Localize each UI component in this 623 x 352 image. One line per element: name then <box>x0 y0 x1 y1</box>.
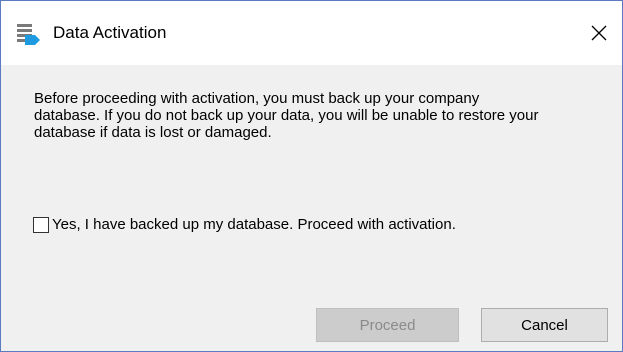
data-activation-dialog: Data Activation Before proceeding with a… <box>0 0 623 352</box>
message-line: database if data is lost or damaged. <box>34 124 272 141</box>
title-bar[interactable]: Data Activation <box>1 1 622 65</box>
message-line: database. If you do not back up your dat… <box>34 107 539 124</box>
message-line: Before proceeding with activation, you m… <box>34 90 480 107</box>
proceed-button[interactable]: Proceed <box>316 308 459 342</box>
dialog-content: Before proceeding with activation, you m… <box>1 65 622 351</box>
data-activation-app-icon <box>17 23 41 45</box>
close-button[interactable] <box>576 1 622 65</box>
close-icon <box>591 25 607 41</box>
checkbox-box[interactable] <box>33 217 49 233</box>
backup-warning-message: Before proceeding with activation, you m… <box>34 90 594 141</box>
window-title: Data Activation <box>53 23 167 42</box>
backup-confirm-checkbox[interactable]: Yes, I have backed up my database. Proce… <box>33 216 456 234</box>
cancel-button[interactable]: Cancel <box>481 308 608 342</box>
backup-confirm-label[interactable]: Yes, I have backed up my database. Proce… <box>52 216 456 234</box>
